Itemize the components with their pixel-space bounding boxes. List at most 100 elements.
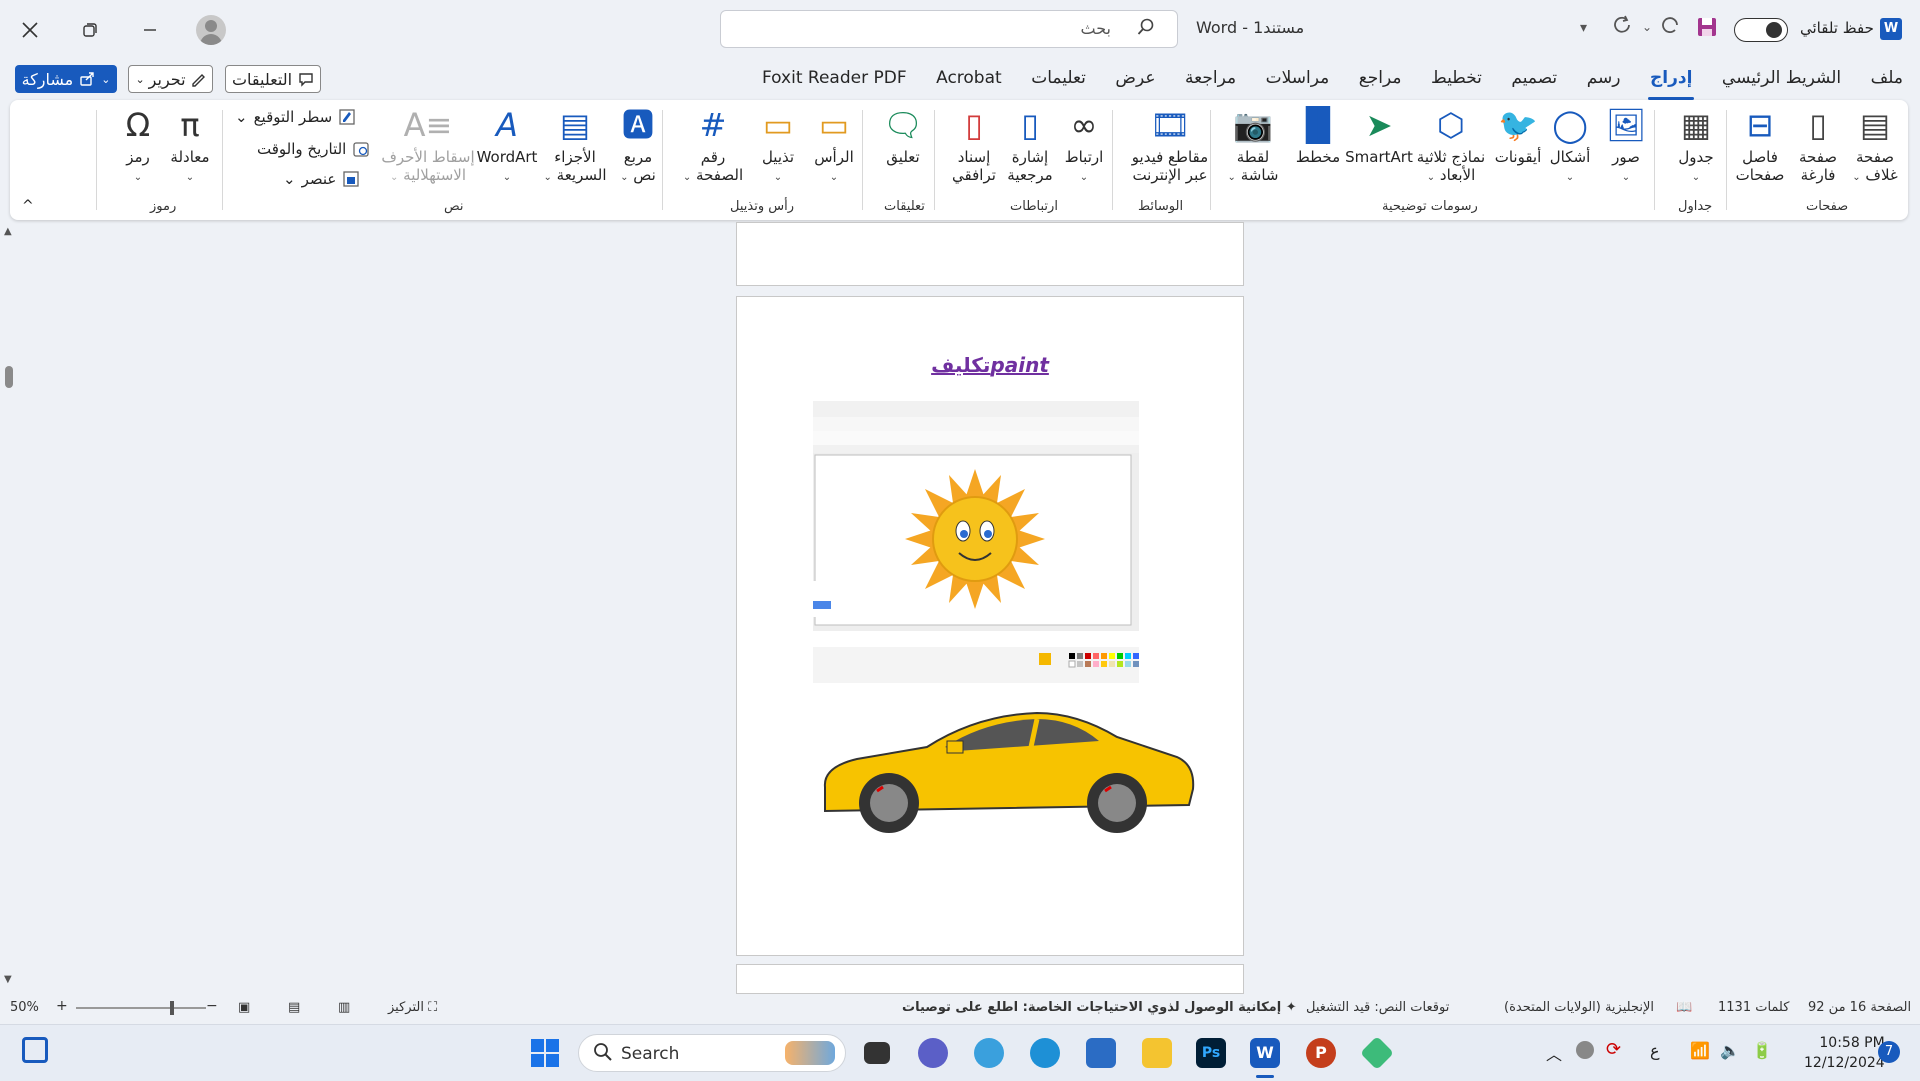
tab-acrobat[interactable]: Acrobat	[934, 68, 1004, 94]
tab-layout[interactable]: تخطيط	[1429, 68, 1484, 94]
start-windows-icon[interactable]	[530, 1038, 560, 1068]
text-predictions-status[interactable]: توقعات النص: قيد التشغيل	[1306, 1000, 1449, 1015]
web-layout-icon[interactable]: ▣	[238, 1000, 250, 1015]
signature-line-button[interactable]: ⌄ سطر التوقيع	[235, 108, 356, 126]
footer-button[interactable]: ▭ تذييل ⌄	[750, 106, 806, 187]
show-hidden-icons-icon[interactable]: ︿	[1546, 1041, 1562, 1065]
cover-page-button[interactable]: ▤ صفحة ⌄ غلاف	[1846, 106, 1904, 187]
clock[interactable]: 10:58 PM 12/12/2024	[1804, 1033, 1885, 1073]
redo-icon[interactable]	[1612, 14, 1634, 41]
chat-icon[interactable]	[918, 1038, 948, 1068]
volume-icon[interactable]: 🔈	[1720, 1041, 1740, 1060]
quick-parts-button[interactable]: ▤ الأجزاء ⌄ السريعة	[540, 106, 610, 187]
task-view-icon[interactable]	[864, 1042, 890, 1064]
powerpoint-icon[interactable]: P	[1306, 1038, 1336, 1068]
tab-foxit[interactable]: Foxit Reader PDF	[760, 68, 909, 94]
page-number-button[interactable]: # رقم ⌄ الصفحة	[672, 106, 754, 187]
autosave-toggle[interactable]	[1734, 18, 1788, 42]
save-icon[interactable]	[1696, 16, 1718, 43]
scroll-up-icon[interactable]: ▲	[4, 226, 12, 237]
new-comment-button[interactable]: 🗨 تعليق	[872, 106, 934, 166]
battery-icon[interactable]: 🔋	[1752, 1041, 1772, 1060]
photos-app-icon[interactable]	[974, 1038, 1004, 1068]
pictures-button[interactable]: 🖼 صور ⌄	[1598, 106, 1654, 187]
word-count[interactable]: 1131 كلمات	[1718, 1000, 1789, 1015]
tab-mailings[interactable]: مراسلات	[1264, 68, 1332, 94]
tab-insert[interactable]: إدراج	[1647, 68, 1695, 100]
app-hexagon-icon[interactable]	[1360, 1036, 1394, 1070]
undo-icon[interactable]	[1660, 14, 1682, 41]
drop-cap-button[interactable]: A≡ إسقاط الأحرف ⌄ الاستهلالية	[372, 106, 484, 187]
collapse-ribbon-icon[interactable]: ^	[22, 198, 34, 214]
zoom-slider-thumb[interactable]	[170, 1001, 174, 1015]
text-box-button[interactable]: 🅰 مربع ⌄ نص	[610, 106, 666, 187]
tab-review[interactable]: مراجعة	[1183, 68, 1238, 94]
paint-screenshot-image[interactable]	[813, 401, 1203, 683]
customize-toolbar-icon[interactable]: ▾	[1580, 20, 1587, 36]
zoom-in-icon[interactable]: +	[56, 998, 68, 1014]
account-avatar[interactable]	[196, 15, 226, 45]
file-explorer-icon[interactable]	[1142, 1038, 1172, 1068]
icons-button[interactable]: 🐦 أيقونات	[1490, 106, 1546, 166]
widgets-icon[interactable]	[22, 1037, 48, 1063]
3d-models-button[interactable]: ⬡ نماذج ثلاثية ⌄ الأبعاد	[1408, 106, 1494, 187]
restore-window-button[interactable]	[72, 12, 108, 48]
read-mode-icon[interactable]: ▥	[338, 1000, 350, 1015]
language-status[interactable]: الإنجليزية (الولايات المتحدة)	[1504, 1000, 1654, 1015]
tab-help[interactable]: تعليمات	[1029, 68, 1088, 94]
word-taskbar-icon[interactable]: W	[1250, 1038, 1280, 1068]
comments-button[interactable]: التعليقات	[225, 65, 321, 93]
car-image[interactable]	[817, 707, 1197, 837]
editing-mode-button[interactable]: ⌄ تحرير	[128, 65, 213, 93]
table-button[interactable]: ▦ جدول ⌄	[1668, 106, 1724, 187]
scroll-down-icon[interactable]: ▼	[4, 974, 12, 985]
page-break-button[interactable]: ⊟ فاصل صفحات	[1732, 106, 1788, 184]
blank-page-button[interactable]: ▯ صفحة فارغة	[1790, 106, 1846, 184]
link-button[interactable]: ∞ ارتباط ⌄	[1056, 106, 1112, 187]
tab-draw[interactable]: رسم	[1585, 68, 1623, 94]
onedrive-error-icon[interactable]	[1576, 1041, 1594, 1059]
symbol-button[interactable]: Ω رمز ⌄	[110, 106, 166, 187]
wordart-button[interactable]: A WordArt ⌄	[472, 106, 542, 187]
tab-design[interactable]: تصميم	[1509, 68, 1559, 94]
sync-icon[interactable]: ⟳	[1606, 1039, 1621, 1060]
focus-button[interactable]: التركيز ⛶	[388, 1000, 437, 1015]
redo-dropdown-icon[interactable]: ⌄	[1642, 20, 1652, 34]
close-window-button[interactable]	[12, 12, 48, 48]
document-page[interactable]: تكليفpaint	[736, 296, 1244, 956]
search-input[interactable]: بحث	[720, 10, 1178, 48]
smartart-button[interactable]: ➤ SmartArt	[1344, 106, 1414, 166]
proofing-icon[interactable]: 📖	[1676, 1000, 1692, 1015]
photoshop-icon[interactable]: Ps	[1196, 1038, 1226, 1068]
equation-button[interactable]: π معادلة ⌄	[162, 106, 218, 187]
shapes-button[interactable]: ◯ أشكال ⌄	[1542, 106, 1598, 187]
online-video-button[interactable]: 🎞 مقاطع فيديو عبر الإنترنت	[1120, 106, 1220, 184]
wifi-icon[interactable]: 📶	[1690, 1041, 1710, 1060]
tab-file[interactable]: ملف	[1869, 68, 1905, 94]
zoom-slider[interactable]	[76, 1001, 206, 1015]
scroll-thumb[interactable]	[5, 366, 13, 388]
object-button[interactable]: ⌄ عنصر	[283, 170, 360, 188]
screenshot-button[interactable]: 📷 لقطة ⌄ شاشة	[1218, 106, 1288, 187]
date-time-button[interactable]: التاريخ والوقت	[257, 140, 370, 158]
page-indicator[interactable]: الصفحة 16 من 92	[1808, 1000, 1911, 1015]
print-layout-icon[interactable]: ▤	[288, 1000, 300, 1015]
tab-view[interactable]: عرض	[1113, 68, 1157, 94]
share-button[interactable]: مشاركة ⌄	[15, 65, 117, 93]
vertical-scrollbar[interactable]: ▲ ▼	[0, 222, 20, 990]
cross-reference-button[interactable]: ▯ إسناد ترافقي	[944, 106, 1004, 184]
tab-references[interactable]: مراجع	[1357, 68, 1404, 94]
header-button[interactable]: ▭ الرأس ⌄	[806, 106, 862, 187]
taskbar-search[interactable]: Search	[578, 1034, 846, 1072]
zoom-level[interactable]: 50%	[10, 1000, 39, 1015]
notification-badge[interactable]: 7	[1878, 1041, 1900, 1063]
store-icon[interactable]	[1086, 1038, 1116, 1068]
bookmark-button[interactable]: ▯ إشارة مرجعية	[1000, 106, 1060, 184]
accessibility-status[interactable]: إمكانية الوصول لذوي الاحتياجات الخاصة: ا…	[902, 1000, 1297, 1015]
edge-browser-icon[interactable]	[1030, 1038, 1060, 1068]
tab-home[interactable]: الشريط الرئيسي	[1720, 68, 1843, 94]
input-language-indicator[interactable]: ع	[1650, 1041, 1660, 1060]
chart-button[interactable]: ▐▌ مخطط	[1290, 106, 1346, 166]
zoom-out-icon[interactable]: −	[206, 998, 218, 1014]
minimize-window-button[interactable]	[132, 12, 168, 48]
